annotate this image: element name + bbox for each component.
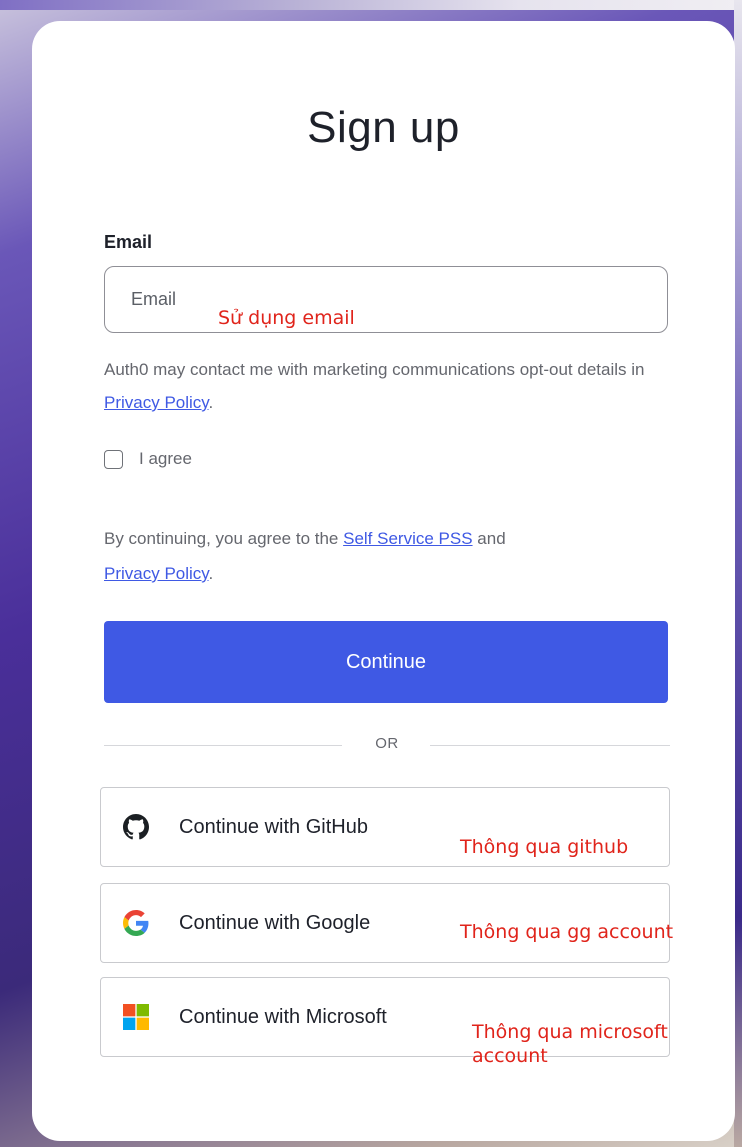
- agree-label: I agree: [139, 449, 192, 468]
- or-divider: OR: [104, 733, 670, 757]
- marketing-notice: Auth0 may contact me with marketing comm…: [104, 360, 645, 412]
- agree-checkbox[interactable]: [104, 449, 123, 469]
- window-top-bar: [0, 0, 742, 10]
- microsoft-button-label: Continue with Microsoft: [179, 1005, 387, 1028]
- terms-privacy-policy-link[interactable]: Privacy Policy: [104, 564, 209, 583]
- annotation-google: Thông qua gg account: [460, 921, 674, 943]
- signup-card: Sign up Email Sử dụng email Auth0 may co…: [32, 21, 735, 1141]
- annotation-microsoft: Thông qua microsoft account: [472, 1021, 668, 1067]
- divider-line-right: [430, 745, 670, 746]
- divider-line-left: [104, 745, 342, 746]
- github-icon: [123, 814, 149, 840]
- self-service-link[interactable]: Self Service PSS: [343, 529, 472, 548]
- agree-row[interactable]: I agree: [104, 449, 192, 469]
- google-button-label: Continue with Google: [179, 911, 371, 934]
- terms-notice: By continuing, you agree to the Self Ser…: [104, 529, 506, 583]
- background-right-strip: [734, 0, 742, 1147]
- github-button-label: Continue with GitHub: [179, 815, 368, 838]
- email-label: Email: [104, 232, 153, 252]
- page-title: Sign up: [307, 103, 460, 152]
- or-label: OR: [375, 735, 399, 752]
- continue-button[interactable]: Continue: [104, 621, 668, 703]
- annotation-github: Thông qua github: [460, 836, 629, 858]
- annotation-email: Sử dụng email: [218, 307, 355, 329]
- microsoft-icon: [123, 1004, 149, 1030]
- email-input[interactable]: [104, 266, 668, 333]
- google-icon: [123, 910, 149, 936]
- privacy-policy-link[interactable]: Privacy Policy: [104, 393, 209, 412]
